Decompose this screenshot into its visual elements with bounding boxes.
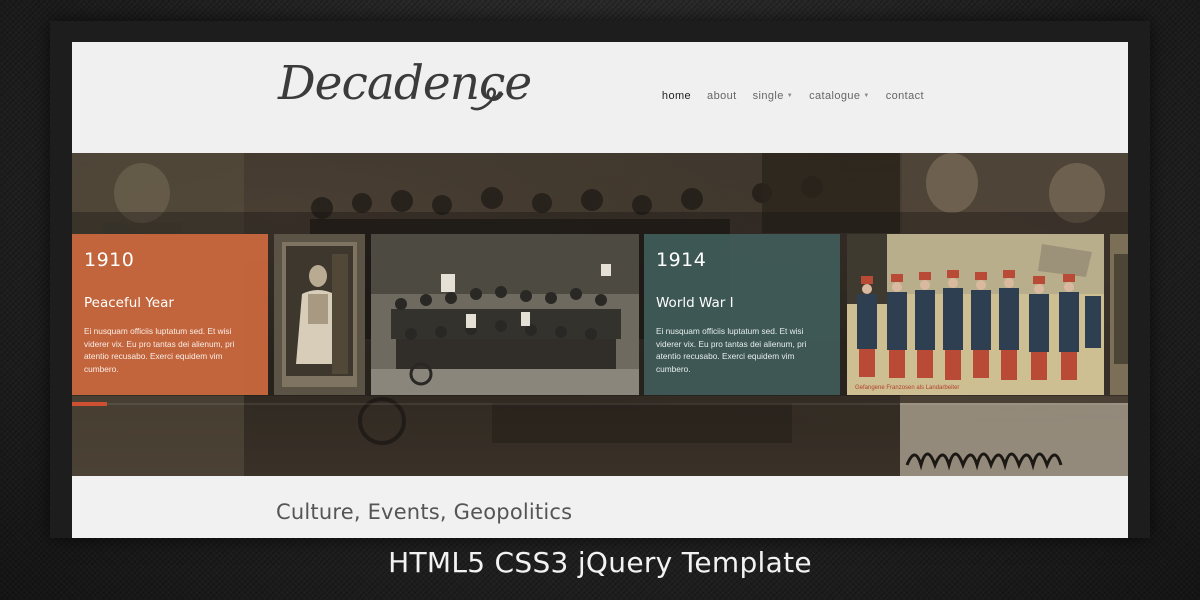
photo-next-partial[interactable] [1110, 234, 1128, 395]
slide-text-panel: 1914 World War I Ei nusquam officiis lup… [644, 234, 840, 395]
slider-progress-bar [72, 402, 107, 406]
website-preview: Decadence home about single ▼ catalogue … [72, 42, 1128, 538]
nav-item-label: contact [885, 90, 924, 102]
nav-item-catalogue[interactable]: catalogue ▼ [809, 90, 870, 102]
next-photo [1110, 234, 1128, 395]
caret-down-icon: ▼ [863, 93, 870, 99]
photo-soldiers[interactable]: Gefangene Franzosen als Landarbeiter [847, 234, 1104, 395]
slide-year: 1910 [84, 249, 135, 271]
slide-text-panel: 1910 Peaceful Year Ei nusquam officiis l… [72, 234, 268, 395]
slide-year: 1914 [656, 249, 707, 271]
nav-item-home[interactable]: home [662, 90, 691, 102]
caret-down-icon: ▼ [786, 93, 794, 99]
slide-body: Ei nusquam officiis luptatum sed. Et wis… [84, 326, 235, 374]
group-photo [371, 234, 639, 395]
photo-caption: Gefangene Franzosen als Landarbeiter [855, 385, 959, 391]
soldiers-photo: Gefangene Franzosen als Landarbeiter [847, 234, 1104, 395]
slide-title: Peaceful Year [84, 295, 174, 311]
portrait-photo [274, 234, 365, 395]
nav-item-about[interactable]: about [707, 90, 737, 102]
slide-body: Ei nusquam officiis luptatum sed. Et wis… [656, 326, 807, 374]
nav-item-label: about [707, 90, 737, 102]
section-title: Culture, Events, Geopolitics [276, 500, 573, 524]
photo-woman-portrait[interactable] [274, 234, 365, 395]
logo-swash-icon [470, 87, 504, 111]
slide-1910[interactable]: 1910 Peaceful Year Ei nusquam officiis l… [72, 234, 268, 395]
nav-item-label: home [661, 90, 692, 102]
nav-item-label: catalogue [809, 90, 861, 102]
photo-group-crowd[interactable] [371, 234, 639, 395]
content-section: Culture, Events, Geopolitics [72, 476, 1128, 538]
promo-caption: HTML5 CSS3 jQuery Template [388, 546, 812, 579]
slide-title: World War I [656, 295, 734, 311]
main-nav: home about single ▼ catalogue ▼ contact [662, 90, 924, 102]
nav-item-contact[interactable]: contact [886, 90, 924, 102]
slide-1914[interactable]: 1914 World War I Ei nusquam officiis lup… [644, 234, 840, 395]
slider-progress-track [72, 403, 1128, 405]
site-header: Decadence home about single ▼ catalogue … [72, 42, 1128, 153]
nav-item-single[interactable]: single ▼ [753, 90, 794, 102]
nav-item-label: single [752, 90, 784, 102]
hero-slider: 1910 Peaceful Year Ei nusquam officiis l… [72, 153, 1128, 476]
